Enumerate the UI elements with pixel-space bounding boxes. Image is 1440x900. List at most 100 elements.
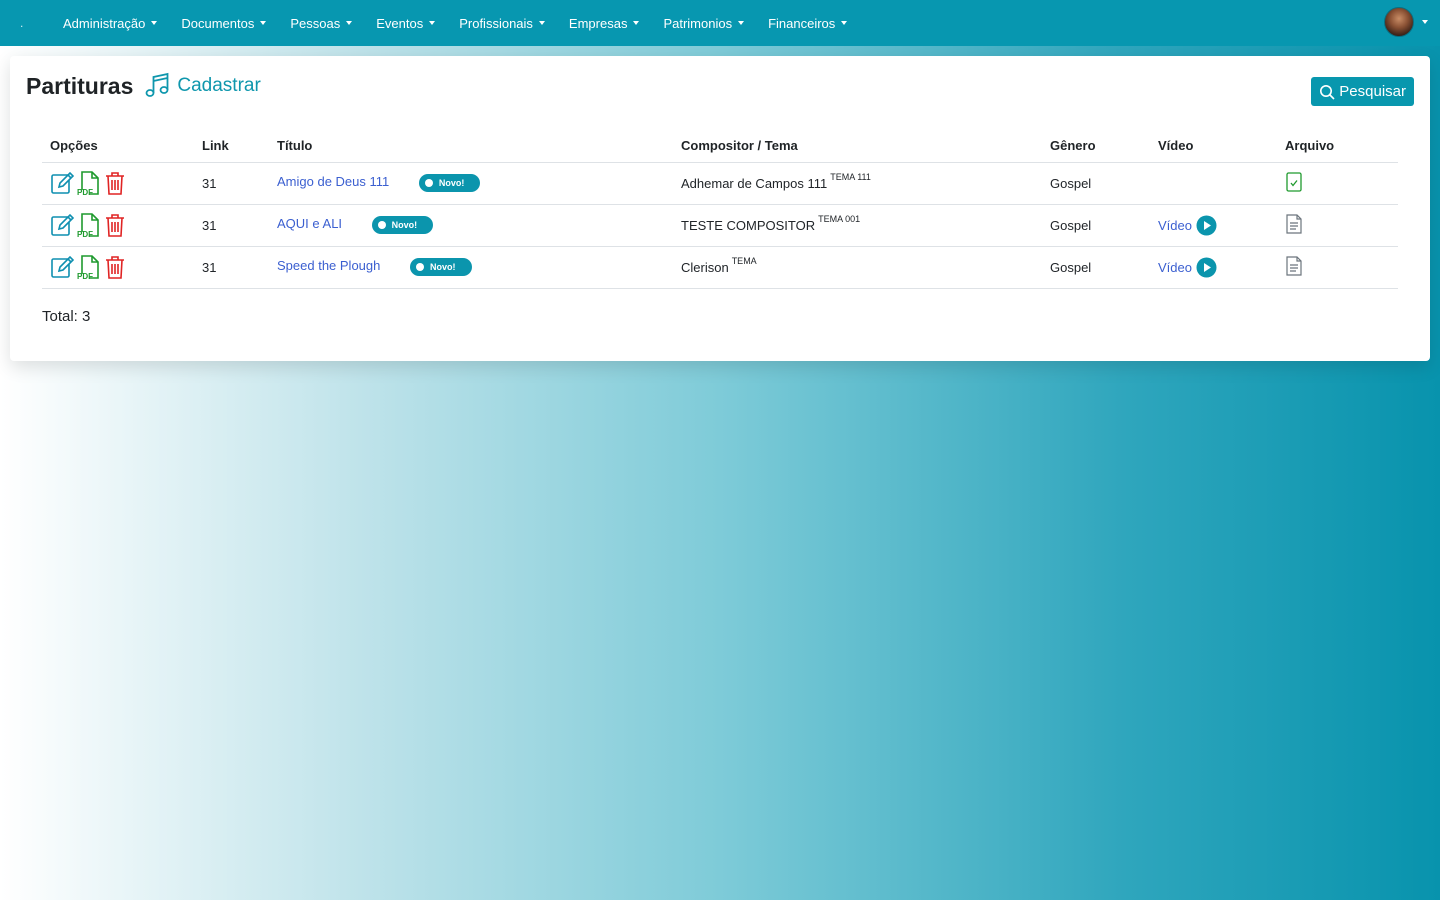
- delete-icon[interactable]: [104, 255, 126, 279]
- avatar[interactable]: [1384, 7, 1414, 37]
- nav-item-eventos[interactable]: Eventos: [376, 15, 436, 31]
- video-link[interactable]: Vídeo: [1158, 257, 1217, 278]
- play-icon: [1196, 215, 1217, 236]
- file-checked-icon[interactable]: [1285, 171, 1303, 193]
- edit-icon[interactable]: [50, 213, 74, 237]
- document-icon[interactable]: [1285, 255, 1303, 277]
- pdf-icon[interactable]: PDF: [77, 212, 101, 238]
- nav-item-patrimonios[interactable]: Patrimonios: [663, 15, 745, 31]
- partituras-table: Opções Link Título Compositor / Tema Gên…: [42, 130, 1398, 289]
- nav-item-label: Profissionais: [459, 15, 533, 31]
- cell-link: 31: [202, 162, 277, 205]
- brand-logo[interactable]: .: [0, 16, 63, 30]
- delete-icon[interactable]: [104, 213, 126, 237]
- composer-name: TESTE COMPOSITOR: [681, 217, 816, 233]
- nav-item-label: Financeiros: [768, 15, 836, 31]
- cell-genre: Gospel: [1050, 162, 1158, 205]
- col-header-composer: Compositor / Tema: [681, 130, 1050, 163]
- col-header-file: Arquivo: [1285, 130, 1398, 163]
- badge-dot-icon: [377, 221, 386, 229]
- badge-dot-icon: [416, 263, 424, 271]
- edit-icon[interactable]: [50, 171, 74, 195]
- col-header-link: Link: [202, 130, 277, 163]
- document-icon[interactable]: [1285, 213, 1303, 235]
- title-link[interactable]: Speed the Plough: [277, 258, 380, 273]
- play-icon: [1196, 257, 1217, 278]
- caret-down-icon: [538, 21, 545, 25]
- svg-text:PDF: PDF: [77, 230, 93, 238]
- new-badge: Novo!: [418, 174, 481, 192]
- title-link[interactable]: Amigo de Deus 111: [277, 174, 389, 189]
- cell-genre: Gospel: [1050, 246, 1158, 289]
- title-link[interactable]: AQUI e ALI: [277, 216, 342, 231]
- search-button[interactable]: Pesquisar: [1311, 77, 1414, 106]
- caret-down-icon: [429, 21, 436, 25]
- nav-item-documentos[interactable]: Documentos: [181, 15, 267, 31]
- cell-link: 31: [202, 204, 277, 247]
- nav-item-empresas[interactable]: Empresas: [569, 16, 640, 31]
- music-note-icon: [145, 72, 169, 97]
- table-row: PDF 31 Amigo de Deus 111 Novo! Adhemar d…: [42, 162, 1398, 205]
- composer-name: Clerison: [681, 259, 729, 275]
- badge-label: Novo!: [438, 178, 465, 188]
- table-row: PDF 31 Speed the Plough Novo! Clerison TE…: [42, 246, 1398, 289]
- partituras-card: Partituras Cadastrar Pesquisar Opções Li…: [10, 56, 1430, 361]
- row-actions: PDF: [50, 212, 202, 238]
- caret-down-icon: [1422, 20, 1428, 24]
- caret-down-icon: [346, 21, 353, 25]
- theme-label: TEMA 111: [830, 171, 871, 182]
- theme-label: TEMA: [731, 255, 757, 266]
- add-button[interactable]: Cadastrar: [143, 72, 261, 100]
- nav-item-financeiros[interactable]: Financeiros: [768, 15, 848, 31]
- user-menu[interactable]: [1384, 7, 1428, 37]
- badge-dot-icon: [424, 179, 433, 187]
- cell-video: [1158, 162, 1285, 205]
- edit-icon[interactable]: [50, 255, 74, 279]
- col-header-title: Título: [277, 130, 681, 163]
- col-header-video: Vídeo: [1158, 130, 1285, 163]
- nav-item-label: Empresas: [568, 15, 628, 31]
- cell-genre: Gospel: [1050, 204, 1158, 247]
- video-link[interactable]: Vídeo: [1158, 215, 1217, 236]
- svg-text:PDF: PDF: [77, 188, 93, 196]
- video-link-label: Vídeo: [1158, 259, 1192, 275]
- caret-down-icon: [738, 21, 745, 25]
- badge-label: Novo!: [430, 262, 456, 272]
- add-button-label: Cadastrar: [177, 75, 261, 96]
- nav-item-administracao[interactable]: Administração: [63, 15, 158, 31]
- page-title: Partituras: [26, 72, 134, 99]
- row-actions: PDF: [50, 170, 202, 196]
- caret-down-icon: [841, 21, 848, 25]
- nav-item-label: Eventos: [376, 15, 424, 31]
- nav-item-label: Pessoas: [290, 15, 341, 31]
- top-navbar: . Administração Documentos Pessoas Event…: [0, 0, 1440, 46]
- cell-link: 31: [202, 246, 277, 289]
- nav-item-label: Documentos: [181, 15, 255, 31]
- nav-item-pessoas[interactable]: Pessoas: [290, 15, 353, 31]
- nav-item-label: Administração: [63, 15, 146, 31]
- card-header: Partituras Cadastrar: [26, 72, 261, 100]
- new-badge: Novo!: [371, 216, 434, 234]
- total-count: Total: 3: [42, 308, 91, 325]
- caret-down-icon: [260, 21, 267, 25]
- theme-label: TEMA 001: [818, 213, 861, 224]
- nav-item-label: Patrimonios: [663, 15, 733, 31]
- pdf-icon[interactable]: PDF: [77, 170, 101, 196]
- composer-name: Adhemar de Campos 111: [681, 175, 828, 191]
- row-actions: PDF: [50, 254, 202, 280]
- table-header-row: Opções Link Título Compositor / Tema Gên…: [42, 130, 1398, 163]
- col-header-options: Opções: [42, 130, 202, 163]
- svg-text:PDF: PDF: [77, 272, 93, 280]
- search-icon: [1320, 84, 1335, 100]
- video-link-label: Vídeo: [1158, 217, 1192, 233]
- table-row: PDF 31 AQUI e ALI Novo! TESTE COMPOSITOR…: [42, 204, 1398, 247]
- col-header-genre: Gênero: [1050, 130, 1158, 163]
- caret-down-icon: [633, 21, 640, 25]
- caret-down-icon: [151, 21, 158, 25]
- nav-item-profissionais[interactable]: Profissionais: [459, 16, 545, 31]
- new-badge: Novo!: [410, 258, 472, 276]
- search-button-label: Pesquisar: [1339, 83, 1406, 100]
- pdf-icon[interactable]: PDF: [77, 254, 101, 280]
- badge-label: Novo!: [391, 220, 418, 230]
- delete-icon[interactable]: [104, 171, 126, 195]
